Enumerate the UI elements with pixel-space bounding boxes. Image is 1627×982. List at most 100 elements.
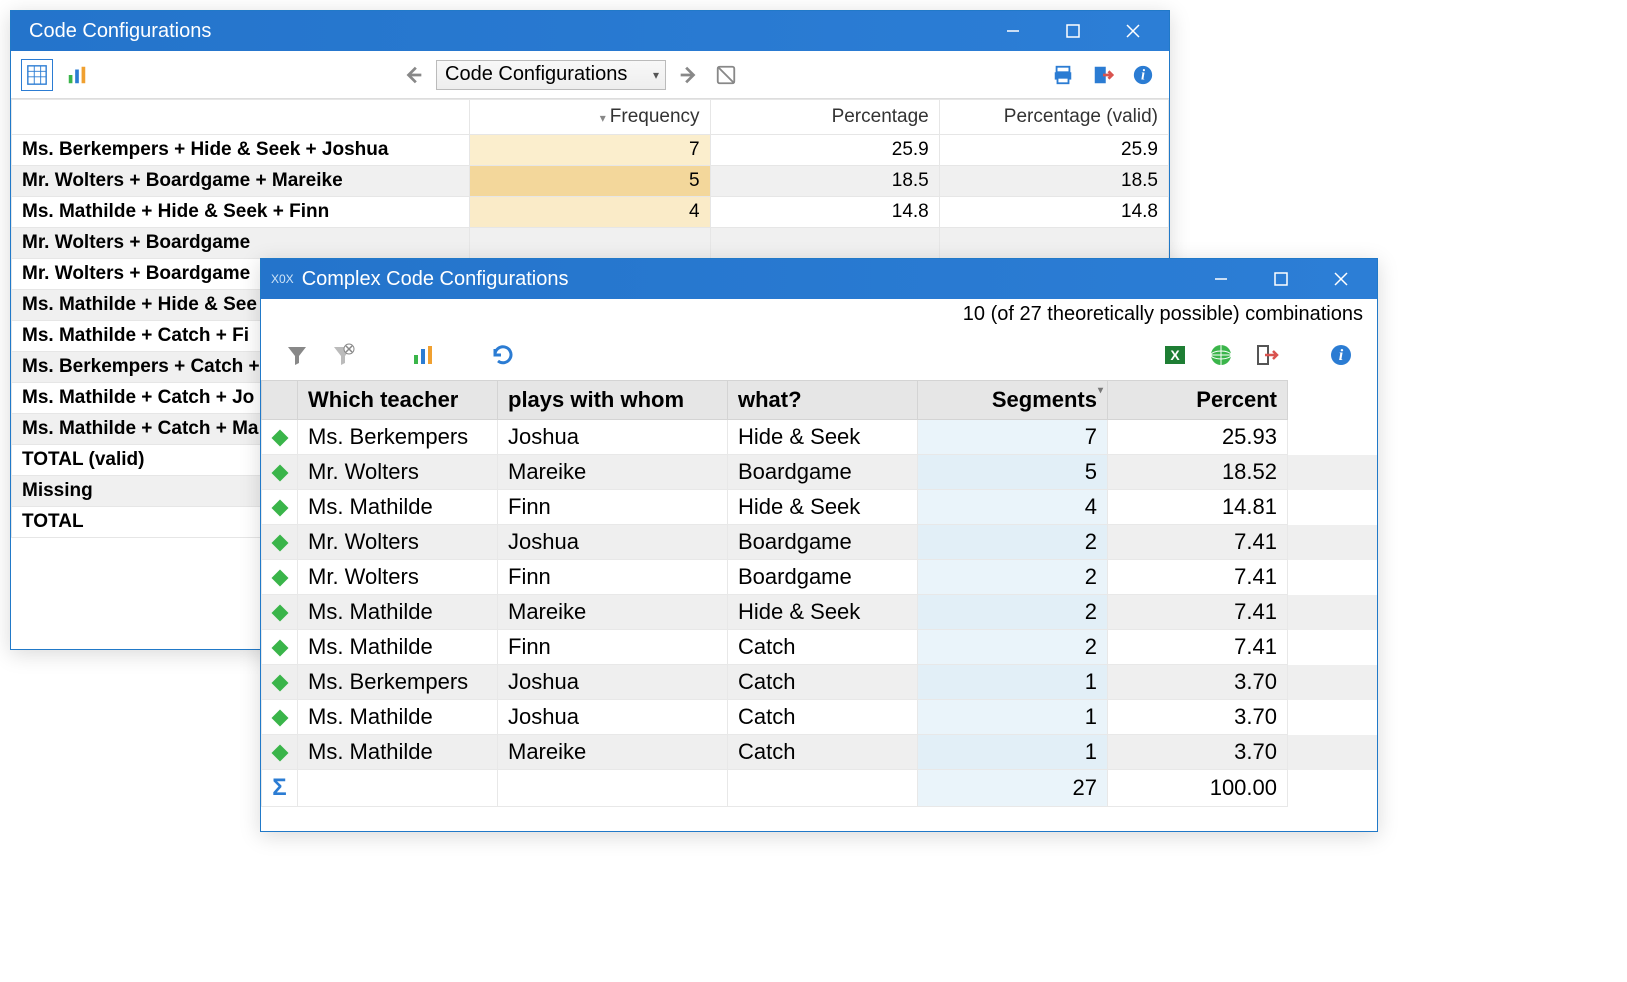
cell-whom: Finn [498,490,728,525]
cell-total-segments: 27 [918,770,1108,807]
col-percentage[interactable]: Percentage [710,100,939,135]
col-label[interactable] [12,100,470,135]
close-button[interactable] [1115,24,1151,38]
refresh-icon[interactable] [487,339,519,371]
complex-code-configurations-window: X0X Complex Code Configurations 10 (of 2… [260,258,1378,832]
info-icon[interactable]: i [1127,59,1159,91]
cell-what: Boardgame [728,455,918,490]
chart-view-icon[interactable] [61,59,93,91]
row-marker-icon [262,455,298,490]
cell-segments: 4 [918,490,1108,525]
table-row[interactable]: Mr. WoltersFinnBoardgame27.41 [262,560,1377,595]
table-row[interactable]: Mr. WoltersMareikeBoardgame518.52 [262,455,1377,490]
table-view-icon[interactable] [21,59,53,91]
col-marker[interactable] [262,381,298,420]
svg-text:X: X [1170,347,1180,363]
cell-whom: Joshua [498,420,728,455]
table-total-row: Σ27100.00 [262,770,1377,807]
cell-total-percent: 100.00 [1108,770,1288,807]
cell-percent: 7.41 [1108,630,1288,665]
complex-config-table: Which teacher plays with whom what? Segm… [261,380,1377,807]
cell-percentage [710,228,939,259]
row-label: Ms. Berkempers + Hide & Seek + Joshua [12,135,470,166]
row-marker-icon [262,420,298,455]
table-row[interactable]: Ms. MathildeFinnCatch27.41 [262,630,1377,665]
close-button[interactable] [1323,272,1359,286]
table-row[interactable]: Ms. MathildeJoshuaCatch13.70 [262,700,1377,735]
col-percentage-valid[interactable]: Percentage (valid) [939,100,1168,135]
cell-whom: Mareike [498,735,728,770]
cell-teacher: Ms. Mathilde [298,735,498,770]
cell-whom: Joshua [498,525,728,560]
table-row[interactable]: Ms. MathildeMareikeCatch13.70 [262,735,1377,770]
cell-teacher: Mr. Wolters [298,455,498,490]
cell-what: Hide & Seek [728,595,918,630]
minimize-button[interactable] [995,24,1031,38]
svg-text:i: i [1141,67,1145,83]
titlebar[interactable]: X0X Complex Code Configurations [261,259,1377,299]
nav-next-icon[interactable] [672,59,704,91]
row-marker-icon [262,700,298,735]
col-percent[interactable]: Percent [1108,381,1288,420]
view-dropdown-label: Code Configurations [445,63,627,86]
cell-teacher: Ms. Mathilde [298,490,498,525]
cell-teacher: Mr. Wolters [298,525,498,560]
export-icon[interactable] [1087,59,1119,91]
col-frequency[interactable]: ▾Frequency [470,100,710,135]
cell-percentage-valid: 18.5 [939,166,1168,197]
minimize-button[interactable] [1203,272,1239,286]
cell-percent: 7.41 [1108,525,1288,560]
cell-teacher: Mr. Wolters [298,560,498,595]
combination-summary: 10 (of 27 theoretically possible) combin… [261,299,1377,330]
cell-percent: 25.93 [1108,420,1288,455]
cell-percent: 7.41 [1108,595,1288,630]
clear-icon[interactable] [710,59,742,91]
cell-whom: Mareike [498,455,728,490]
table-row[interactable]: Ms. Mathilde + Hide & Seek + Finn414.814… [12,197,1169,228]
titlebar[interactable]: Code Configurations [11,11,1169,51]
cell-percentage-valid: 14.8 [939,197,1168,228]
cell-percent: 3.70 [1108,735,1288,770]
cell-teacher: Ms. Berkempers [298,665,498,700]
maximize-button[interactable] [1055,24,1091,38]
row-label: Mr. Wolters + Boardgame + Mareike [12,166,470,197]
col-segments[interactable]: Segments▾ [918,381,1108,420]
table-row[interactable]: Ms. BerkempersJoshuaHide & Seek725.93 [262,420,1377,455]
table-row[interactable]: Mr. Wolters + Boardgame [12,228,1169,259]
col-whom[interactable]: plays with whom [498,381,728,420]
chart-icon[interactable] [407,339,439,371]
table-row[interactable]: Ms. MathildeMareikeHide & Seek27.41 [262,595,1377,630]
table-row[interactable]: Ms. MathildeFinnHide & Seek414.81 [262,490,1377,525]
cell-whom: Joshua [498,665,728,700]
col-what[interactable]: what? [728,381,918,420]
cell-segments: 2 [918,595,1108,630]
cell-percentage-valid [939,228,1168,259]
cell-teacher: Ms. Berkempers [298,420,498,455]
cell-percentage: 14.8 [710,197,939,228]
row-label: Ms. Mathilde + Hide & Seek + Finn [12,197,470,228]
excel-export-icon[interactable]: X [1159,339,1191,371]
sort-desc-icon: ▾ [600,111,606,125]
cell-segments: 5 [918,455,1108,490]
info-icon[interactable]: i [1325,339,1357,371]
html-export-icon[interactable] [1205,339,1237,371]
cell-whom: Joshua [498,700,728,735]
cell-segments: 7 [918,420,1108,455]
col-teacher[interactable]: Which teacher [298,381,498,420]
table-row[interactable]: Mr. WoltersJoshuaBoardgame27.41 [262,525,1377,560]
filter-icon[interactable] [281,339,313,371]
export-icon[interactable] [1251,339,1283,371]
row-label: Mr. Wolters + Boardgame [12,228,470,259]
row-marker-icon [262,630,298,665]
print-icon[interactable] [1047,59,1079,91]
table-row[interactable]: Ms. Berkempers + Hide & Seek + Joshua725… [12,135,1169,166]
window-title: Code Configurations [29,20,995,43]
nav-prev-icon[interactable] [398,59,430,91]
view-dropdown[interactable]: Code Configurations [436,60,666,90]
cell-segments: 1 [918,665,1108,700]
cell-what: Catch [728,700,918,735]
clear-filter-icon[interactable] [327,339,359,371]
table-row[interactable]: Ms. BerkempersJoshuaCatch13.70 [262,665,1377,700]
table-row[interactable]: Mr. Wolters + Boardgame + Mareike518.518… [12,166,1169,197]
maximize-button[interactable] [1263,272,1299,286]
